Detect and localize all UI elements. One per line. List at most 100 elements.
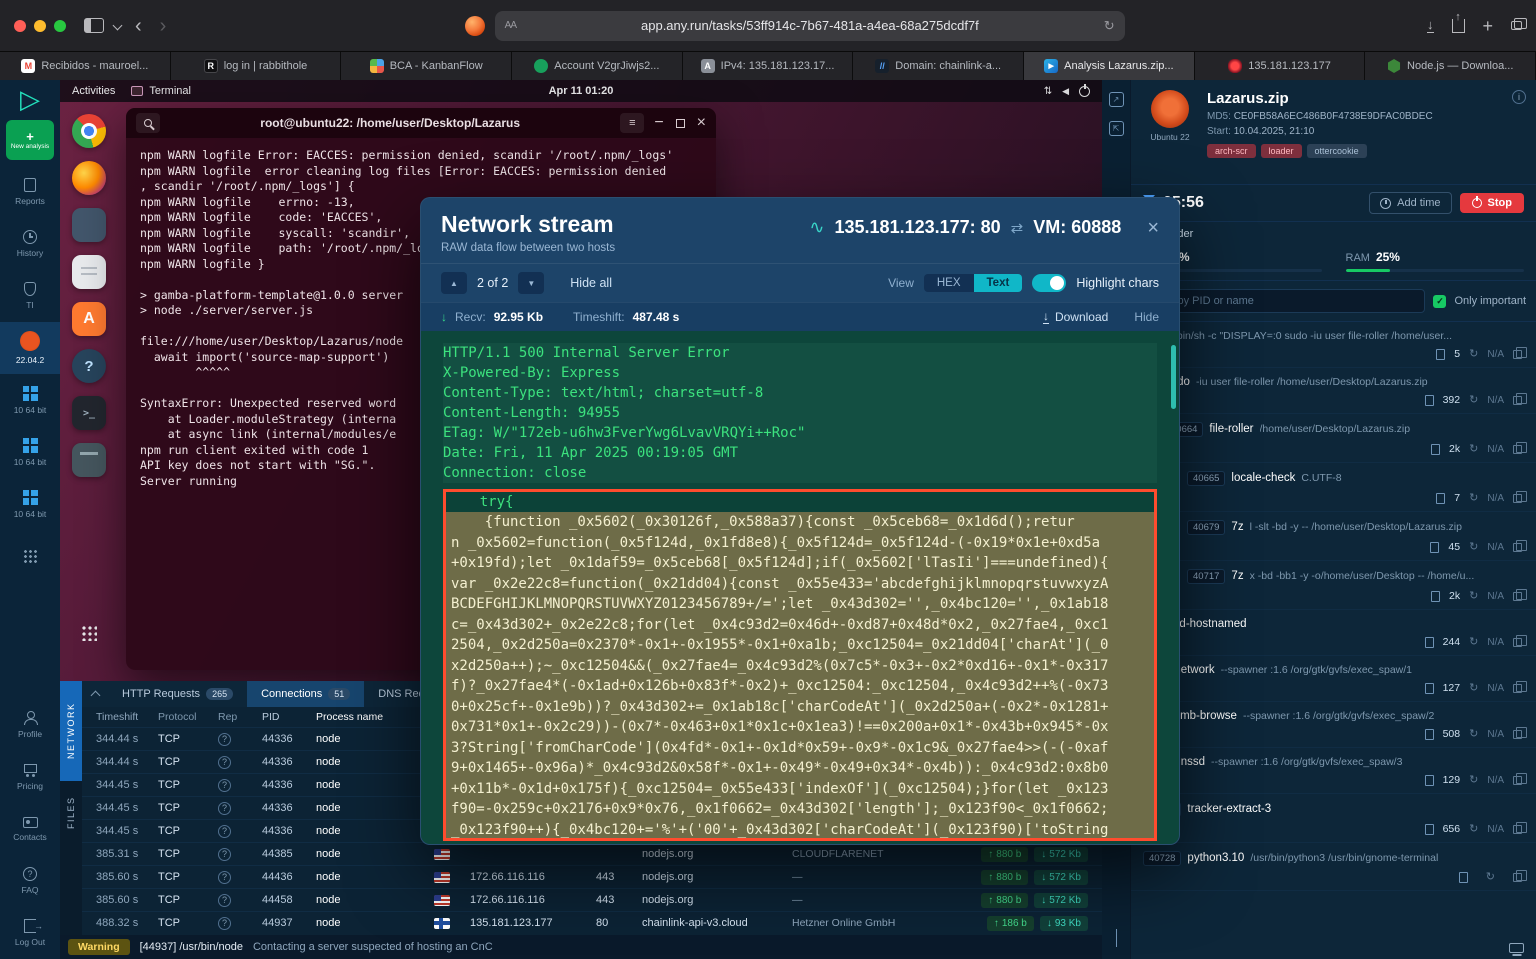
process-row[interactable]: 40728 python3.10 /usr/bin/python3 /usr/b… bbox=[1131, 843, 1536, 891]
details-icon[interactable] bbox=[1513, 543, 1522, 552]
details-icon[interactable] bbox=[1513, 776, 1522, 785]
network-tray-icon[interactable]: ⇅ bbox=[1044, 86, 1052, 97]
sidebar-item[interactable]: 10 64 bit bbox=[0, 478, 60, 530]
restart-icon[interactable]: ↻ bbox=[1469, 444, 1478, 455]
collapse-panel-button[interactable] bbox=[82, 689, 108, 699]
hide-all-button[interactable]: Hide all bbox=[570, 276, 612, 290]
tab-groups-chevron-icon[interactable] bbox=[114, 22, 121, 29]
restart-icon[interactable]: ↻ bbox=[1469, 637, 1478, 648]
details-icon[interactable] bbox=[1513, 684, 1522, 693]
window-controls[interactable] bbox=[14, 20, 66, 32]
remote-endpoint[interactable]: 135.181.123.177: 80 bbox=[835, 217, 1001, 238]
show-apps-button[interactable] bbox=[68, 625, 110, 641]
terminal-title-bar[interactable]: root@ubuntu22: /home/user/Desktop/Lazaru… bbox=[126, 108, 716, 138]
sidebar-bottom-item[interactable]: Profile bbox=[0, 699, 60, 751]
process-row[interactable]: 40664 file-roller /home/user/Desktop/Laz… bbox=[1131, 414, 1536, 463]
monitor-icon[interactable] bbox=[1509, 943, 1524, 953]
download-button[interactable]: ↓ Download bbox=[1043, 310, 1108, 324]
terminal-minimize-icon[interactable]: − bbox=[654, 114, 663, 132]
network-vertical-tab[interactable]: NETWORK bbox=[60, 681, 82, 781]
scrollbar-thumb[interactable] bbox=[1171, 345, 1176, 409]
documents-icon[interactable] bbox=[72, 255, 106, 289]
connection-row[interactable]: 385.60 s TCP ? 44458 node 172.66.116.116… bbox=[82, 888, 1102, 911]
sidebar-item[interactable]: Reports bbox=[0, 166, 60, 218]
terminal-search-button[interactable] bbox=[136, 113, 160, 133]
view-mode-segment[interactable]: HEX Text bbox=[924, 274, 1022, 292]
connection-row[interactable]: 488.32 s TCP ? 44937 node 135.181.123.17… bbox=[82, 911, 1102, 934]
details-icon[interactable] bbox=[1513, 825, 1522, 834]
browser-tab[interactable]: Node.js — Downloa... bbox=[1365, 52, 1536, 80]
connection-row[interactable]: 385.60 s TCP ? 44436 node 172.66.116.116… bbox=[82, 865, 1102, 888]
anyrun-logo-icon[interactable]: ▷ bbox=[20, 86, 40, 112]
terminal-icon[interactable]: >_ bbox=[72, 396, 106, 430]
terminal-close-icon[interactable]: × bbox=[697, 114, 706, 132]
trash-icon[interactable] bbox=[72, 443, 106, 477]
restart-icon[interactable]: ↻ bbox=[1486, 872, 1495, 883]
sidebar-item[interactable]: TI bbox=[0, 270, 60, 322]
url-text[interactable]: app.any.run/tasks/53ff914c-7b67-481a-a4e… bbox=[524, 18, 1096, 33]
browser-tab[interactable]: // Domain: chainlink-a... bbox=[853, 52, 1024, 80]
hide-button[interactable]: Hide bbox=[1134, 310, 1159, 324]
close-window-button[interactable] bbox=[14, 20, 26, 32]
restart-icon[interactable]: ↻ bbox=[1469, 729, 1478, 740]
process-row[interactable]: 40679 7z l -slt -bd -y -- /home/user/Des… bbox=[1131, 512, 1536, 561]
apps-grid-item[interactable] bbox=[0, 530, 60, 582]
prev-stream-button[interactable]: ▲ bbox=[441, 272, 467, 294]
next-stream-button[interactable]: ▼ bbox=[518, 272, 544, 294]
malware-tag[interactable]: arch-scr bbox=[1207, 144, 1256, 158]
add-time-button[interactable]: Add time bbox=[1369, 192, 1451, 214]
highlight-chars-toggle[interactable] bbox=[1032, 274, 1066, 292]
network-tab[interactable]: HTTP Requests 265 bbox=[108, 681, 247, 707]
files-icon[interactable] bbox=[72, 208, 106, 242]
warning-process[interactable]: [44937] /usr/bin/node bbox=[140, 941, 243, 953]
local-endpoint[interactable]: VM: 60888 bbox=[1033, 217, 1121, 238]
sidebar-bottom-item[interactable]: Pricing bbox=[0, 751, 60, 803]
browser-tab[interactable]: M Recibidos - mauroel... bbox=[0, 52, 171, 80]
details-icon[interactable] bbox=[1513, 638, 1522, 647]
browser-tab[interactable]: BCA - KanbanFlow bbox=[341, 52, 512, 80]
restart-icon[interactable]: ↻ bbox=[1469, 542, 1478, 553]
process-row[interactable]: gvfsd-network --spawner :1.6 /org/gtk/gv… bbox=[1131, 656, 1536, 702]
downloads-icon[interactable]: ↓ bbox=[1427, 18, 1434, 33]
open-in-new-icon[interactable]: ↗ bbox=[1109, 92, 1124, 107]
help-icon[interactable]: ? bbox=[72, 349, 106, 383]
forward-button[interactable]: › bbox=[156, 16, 171, 36]
details-icon[interactable] bbox=[1513, 873, 1522, 882]
stop-button[interactable]: Stop bbox=[1460, 193, 1524, 213]
stream-content[interactable]: HTTP/1.1 500 Internal Server Error X-Pow… bbox=[421, 331, 1179, 844]
process-row[interactable]: bash /bin/sh -c "DISPLAY=:0 sudo -iu use… bbox=[1131, 322, 1536, 368]
restart-icon[interactable]: ↻ bbox=[1469, 591, 1478, 602]
text-mode-button[interactable]: Text bbox=[974, 274, 1023, 292]
activities-button[interactable]: Activities bbox=[72, 85, 115, 97]
browser-tab[interactable]: R log in | rabbithole bbox=[171, 52, 342, 80]
volume-tray-icon[interactable]: ◀ bbox=[1062, 86, 1069, 97]
details-icon[interactable] bbox=[1513, 730, 1522, 739]
process-row[interactable]: 40665 locale-check C.UTF-8 7 ↻ N/A bbox=[1131, 463, 1536, 512]
new-tab-button[interactable]: + bbox=[1483, 17, 1494, 35]
fullscreen-icon[interactable]: ⇱ bbox=[1109, 121, 1124, 136]
sidebar-item[interactable]: History bbox=[0, 218, 60, 270]
terminal-maximize-icon[interactable] bbox=[676, 119, 685, 128]
restart-icon[interactable]: ↻ bbox=[1469, 493, 1478, 504]
address-bar[interactable]: AA app.any.run/tasks/53ff914c-7b67-481a-… bbox=[495, 11, 1125, 41]
share-icon[interactable] bbox=[1452, 19, 1465, 33]
browser-tab[interactable]: ▶ Analysis Lazarus.zip... bbox=[1024, 52, 1195, 80]
browser-tab[interactable]: 135.181.123.177 bbox=[1195, 52, 1366, 80]
process-row[interactable]: sudo -iu user file-roller /home/user/Des… bbox=[1131, 368, 1536, 414]
process-row[interactable]: 40717 7z x -bd -bb1 -y -o/home/user/Desk… bbox=[1131, 561, 1536, 610]
network-tab[interactable]: Connections 51 bbox=[247, 681, 364, 707]
process-row[interactable]: gvfsd-dnssd --spawner :1.6 /org/gtk/gvfs… bbox=[1131, 748, 1536, 794]
browser-tab[interactable]: Account V2grJiwjs2... bbox=[512, 52, 683, 80]
malware-tag[interactable]: ottercookie bbox=[1307, 144, 1367, 158]
md5-value[interactable]: CE0FB58A6EC486B0F4738E9DFAC0BDEC bbox=[1234, 111, 1433, 122]
sidebar-item[interactable]: 10 64 bit bbox=[0, 374, 60, 426]
minimize-window-button[interactable] bbox=[34, 20, 46, 32]
vm-clock[interactable]: Apr 11 01:20 bbox=[549, 85, 614, 97]
app-menu[interactable]: Terminal bbox=[131, 85, 191, 97]
reload-icon[interactable]: ↻ bbox=[1104, 18, 1115, 34]
process-filter-input[interactable] bbox=[1141, 289, 1425, 313]
details-icon[interactable] bbox=[1513, 592, 1522, 601]
files-vertical-tab[interactable]: FILES bbox=[60, 781, 82, 845]
malware-family-row[interactable]: Loader bbox=[1131, 222, 1536, 246]
back-button[interactable]: ‹ bbox=[131, 16, 146, 36]
